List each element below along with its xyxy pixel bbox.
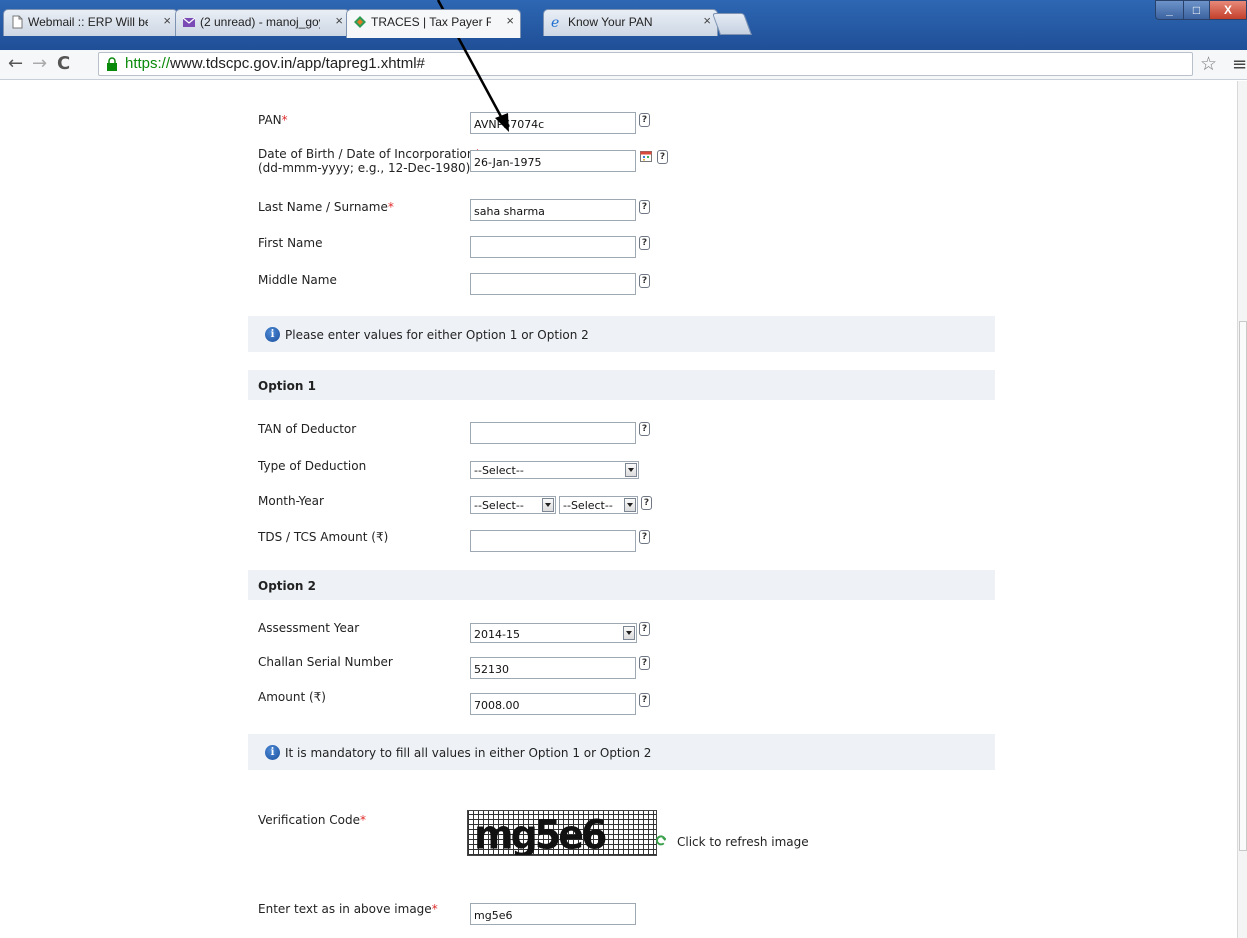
captcha-input[interactable]: mg5e6 [470,903,636,925]
close-window-button[interactable]: X [1209,0,1247,20]
option-1-title: Option 1 [258,379,316,393]
ie-icon: e [551,15,559,29]
tab-close-button[interactable]: × [163,13,171,28]
vertical-scrollbar[interactable] [1237,81,1247,938]
tds-amount-label: TDS / TCS Amount (₹) [258,530,389,544]
refresh-captcha-link[interactable]: Click to refresh image [677,835,809,849]
tan-input[interactable] [470,422,636,444]
middle-name-input[interactable] [470,273,636,295]
section-header [248,370,995,400]
month-value: --Select-- [474,499,524,512]
last-name-label: Last Name / Surname* [258,200,394,214]
year-value: --Select-- [563,499,613,512]
url-text: www.tdscpc.gov.in/app/tapreg1.xhtml# [170,55,425,72]
month-year-label: Month-Year [258,494,324,508]
first-name-label: First Name [258,236,323,250]
forward-arrow-icon[interactable]: → [32,53,47,74]
tab-know-your-pan[interactable]: e Know Your PAN × [543,9,718,36]
bookmark-star-icon[interactable]: ☆ [1200,53,1217,75]
deduction-type-value: --Select-- [474,464,524,477]
tab-close-button[interactable]: × [335,13,343,28]
first-name-input[interactable] [470,236,636,258]
help-icon[interactable]: ? [639,622,650,636]
tab-traces[interactable]: TRACES | Tax Payer Regist × [346,9,521,38]
challan-serial-label: Challan Serial Number [258,655,393,669]
tab-title: Know Your PAN [568,15,653,29]
help-icon[interactable]: ? [639,200,650,214]
chevron-down-icon [624,498,636,512]
captcha-input-label: Enter text as in above image* [258,902,438,916]
pan-input[interactable]: AVNPS7074c [470,112,636,134]
lock-icon [107,57,117,71]
dob-format-hint: (dd-mmm-yyyy; e.g., 12-Dec-1980) [258,161,471,175]
assessment-year-value: 2014-15 [474,628,520,641]
menu-icon[interactable]: ≡ [1232,54,1247,75]
assessment-year-select[interactable]: 2014-15 [470,623,637,643]
pan-label: PAN* [258,113,288,127]
info-banner-text: It is mandatory to fill all values in ei… [285,746,652,760]
address-bar[interactable]: https://www.tdscpc.gov.in/app/tapreg1.xh… [98,52,1193,76]
browser-tabstrip: Webmail :: ERP Will be Do × (2 unread) -… [0,0,1247,50]
help-icon[interactable]: ? [639,693,650,707]
month-select[interactable]: --Select-- [470,496,556,514]
chevron-down-icon [623,626,635,640]
captcha-image: mg5e6 [467,810,657,856]
mail-icon [182,17,196,27]
tab-webmail[interactable]: Webmail :: ERP Will be Do × [3,9,178,36]
back-arrow-icon[interactable]: ← [8,53,23,74]
chevron-down-icon [625,463,637,477]
new-tab-button[interactable] [711,13,753,35]
option-2-title: Option 2 [258,579,316,593]
middle-name-label: Middle Name [258,273,337,287]
dob-input[interactable]: 26-Jan-1975 [470,150,636,172]
tab-mail[interactable]: (2 unread) - manoj_goyal1 × [175,9,350,36]
help-icon[interactable]: ? [639,236,650,250]
tab-title: (2 unread) - manoj_goyal1 [200,15,320,29]
info-icon: i [265,745,280,760]
svg-text:e: e [551,15,559,29]
amount-input[interactable]: 7008.00 [470,693,636,715]
minimize-button[interactable]: _ [1155,0,1184,20]
dob-label: Date of Birth / Date of Incorporation* [258,147,481,161]
help-icon[interactable]: ? [657,150,668,164]
help-icon[interactable]: ? [639,656,650,670]
browser-toolbar: ← → C https://www.tdscpc.gov.in/app/tapr… [0,50,1247,80]
deduction-type-label: Type of Deduction [258,459,367,473]
last-name-input[interactable]: saha sharma [470,199,636,221]
deduction-type-select[interactable]: --Select-- [470,461,639,479]
tab-title: Webmail :: ERP Will be Do [28,15,148,29]
assessment-year-label: Assessment Year [258,621,360,635]
section-header [248,570,995,600]
tab-close-button[interactable]: × [506,13,514,28]
year-select[interactable]: --Select-- [559,496,638,514]
challan-serial-input[interactable]: 52130 [470,657,636,679]
page-icon [12,15,23,29]
chevron-down-icon [542,498,554,512]
info-icon: i [265,327,280,342]
help-icon[interactable]: ? [639,113,650,127]
reload-icon[interactable]: C [57,53,70,74]
tab-title: TRACES | Tax Payer Regist [371,15,491,29]
info-banner-text: Please enter values for either Option 1 … [285,328,589,342]
captcha-text: mg5e6 [474,811,607,856]
maximize-button[interactable]: □ [1183,0,1210,20]
amount-label: Amount (₹) [258,690,326,704]
tab-close-button[interactable]: × [703,13,711,28]
calendar-icon[interactable] [640,150,652,162]
url-scheme: https:// [125,55,171,72]
scrollbar-thumb[interactable] [1239,321,1247,851]
help-icon[interactable]: ? [639,530,650,544]
tan-label: TAN of Deductor [258,422,357,436]
tds-amount-input[interactable] [470,530,636,552]
page-content: PAN* AVNPS7074c ? Date of Birth / Date o… [0,81,1237,938]
help-icon[interactable]: ? [639,422,650,436]
help-icon[interactable]: ? [639,274,650,288]
help-icon[interactable]: ? [641,496,652,510]
traces-icon [354,16,366,28]
verification-code-label: Verification Code* [258,813,366,827]
refresh-icon[interactable] [655,835,667,847]
